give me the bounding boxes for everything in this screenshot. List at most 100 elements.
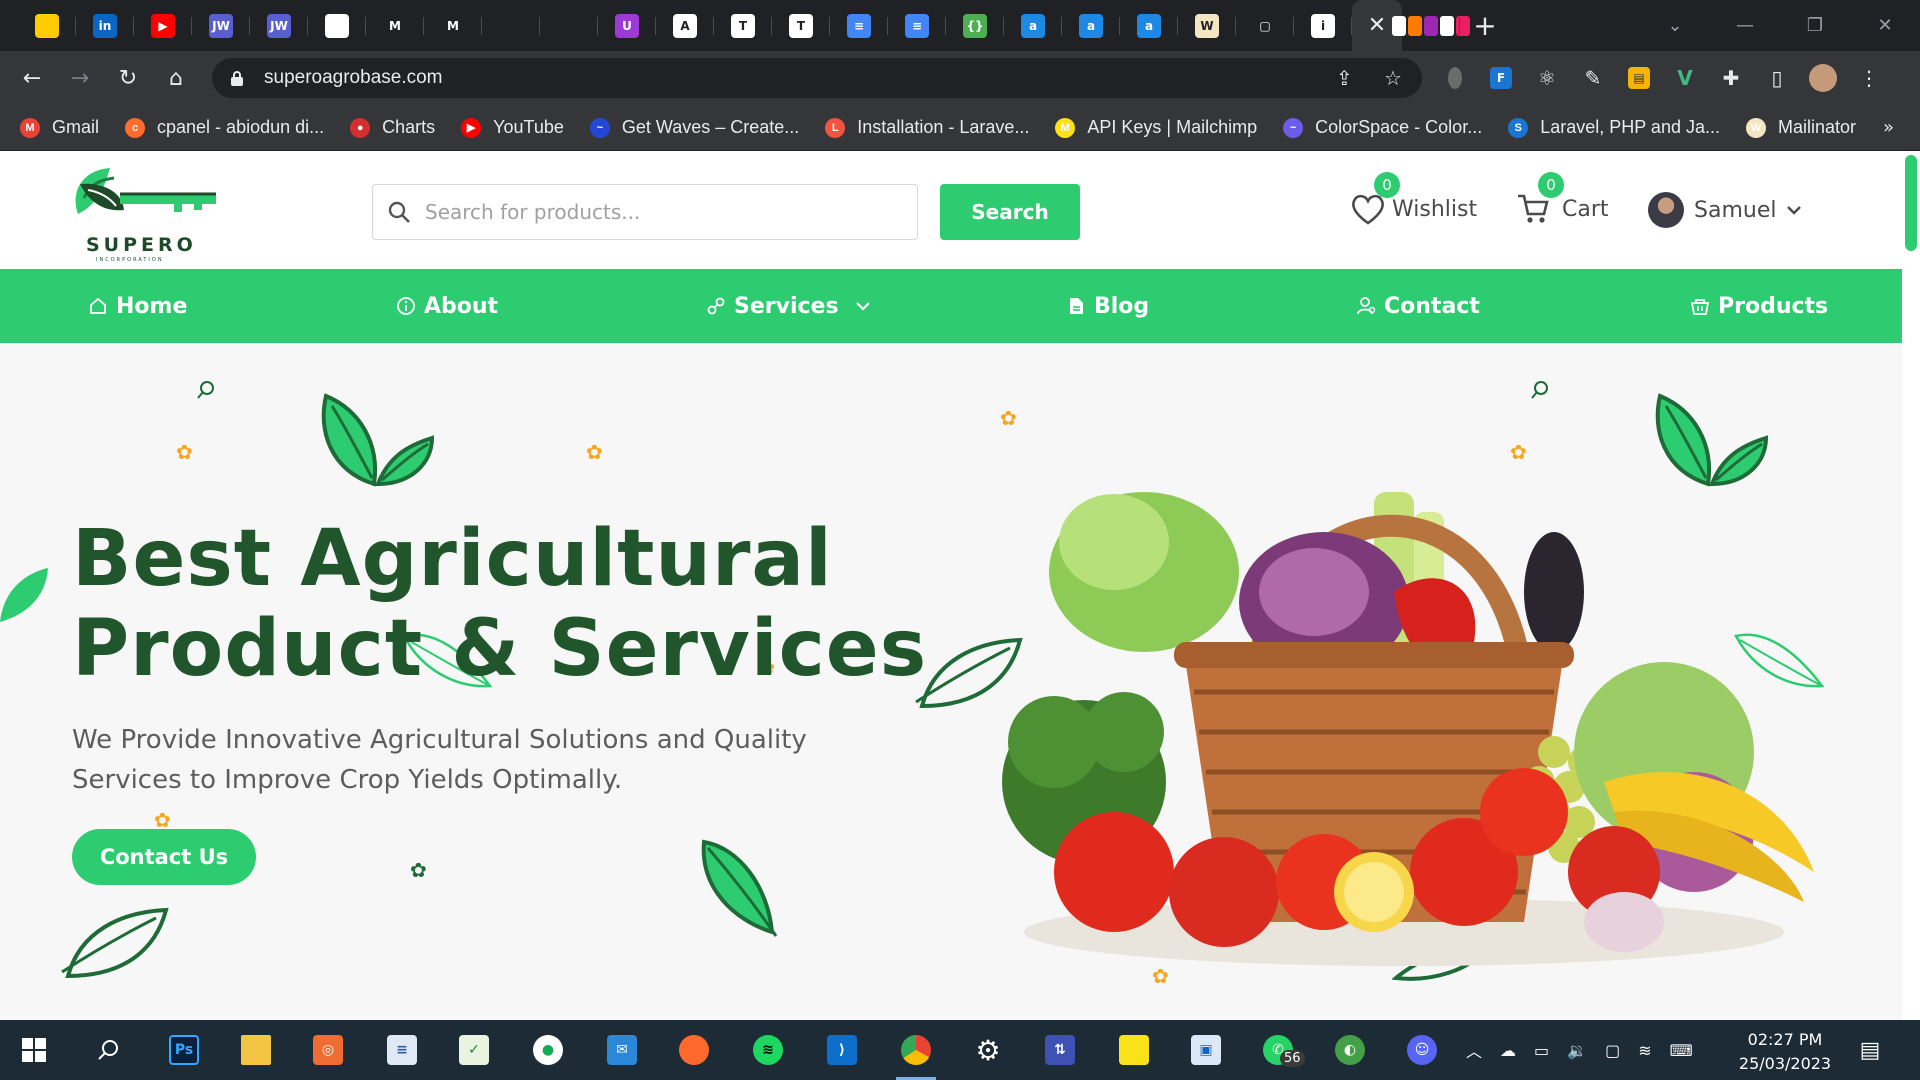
wifi-icon[interactable]: ≋: [1638, 1041, 1651, 1060]
firefox-icon[interactable]: [666, 1020, 722, 1080]
minimize-button[interactable]: —: [1710, 15, 1780, 36]
screen-recorder-icon[interactable]: ◎: [300, 1020, 356, 1080]
photoshop-icon[interactable]: Ps: [156, 1020, 212, 1080]
onedrive-icon[interactable]: ☁: [1500, 1041, 1516, 1060]
browser-tab[interactable]: JW: [192, 0, 250, 51]
volume-icon[interactable]: 🔉: [1567, 1041, 1587, 1060]
share-icon[interactable]: ⇪: [1336, 66, 1353, 90]
nav-about[interactable]: About: [396, 269, 498, 343]
close-tab-icon[interactable]: ✕: [1368, 13, 1386, 38]
bookmark-item[interactable]: ~ Get Waves – Create...: [589, 117, 799, 138]
react-devtools-icon[interactable]: ⚛: [1524, 66, 1570, 90]
browser-tab[interactable]: ▢: [1236, 0, 1294, 51]
puzzle-icon[interactable]: ✚: [1708, 66, 1754, 90]
extension-icon[interactable]: F: [1478, 67, 1524, 89]
nav-blog[interactable]: Blog: [1066, 269, 1149, 343]
taskbar-search-button[interactable]: [80, 1020, 136, 1080]
bookmark-item[interactable]: ~ ColorSpace - Color...: [1283, 117, 1482, 138]
whatsapp-icon[interactable]: ✆ 56: [1250, 1020, 1306, 1080]
spreadsheet-icon[interactable]: ✓: [446, 1020, 502, 1080]
settings-gear-icon[interactable]: ⚙: [960, 1020, 1016, 1080]
bookmark-item[interactable]: W Mailinator: [1745, 117, 1856, 138]
network-tool-icon[interactable]: ⇅: [1032, 1020, 1088, 1080]
side-panel-icon[interactable]: ▯: [1754, 66, 1800, 90]
chrome-icon[interactable]: [888, 1020, 944, 1080]
display-icon[interactable]: ▢: [1605, 1041, 1620, 1060]
vscode-icon[interactable]: ⟩: [814, 1020, 870, 1080]
discord-icon[interactable]: ☺: [1394, 1020, 1450, 1080]
search-input[interactable]: [425, 200, 885, 224]
vue-devtools-icon[interactable]: V: [1662, 66, 1708, 90]
browser-tab[interactable]: ▶: [134, 0, 192, 51]
keyboard-icon[interactable]: ⌨: [1670, 1041, 1693, 1060]
file-explorer-icon[interactable]: [228, 1020, 284, 1080]
taskbar-clock[interactable]: 02:27 PM 25/03/2023: [1730, 1028, 1840, 1076]
user-menu[interactable]: Samuel: [1648, 192, 1804, 228]
cart-link[interactable]: 0 Cart: [1516, 172, 1609, 226]
nav-contact[interactable]: Contact: [1356, 269, 1480, 343]
browser-tab[interactable]: T: [714, 0, 772, 51]
bookmark-item[interactable]: S Laravel, PHP and Ja...: [1508, 117, 1720, 138]
bookmarks-more-icon[interactable]: »: [1883, 117, 1894, 138]
extension-icon[interactable]: ▤: [1616, 67, 1662, 89]
show-hidden-icons-icon[interactable]: ︿: [1466, 1038, 1482, 1062]
search-button[interactable]: Search: [940, 184, 1080, 240]
extension-icon[interactable]: [1432, 67, 1478, 89]
mail-icon[interactable]: ✉: [594, 1020, 650, 1080]
address-bar[interactable]: superoagrobase.com ⇪ ☆: [212, 58, 1422, 98]
browser-tab[interactable]: in: [76, 0, 134, 51]
url-text[interactable]: superoagrobase.com: [264, 67, 443, 89]
home-icon[interactable]: ⌂: [152, 66, 200, 91]
bookmark-item[interactable]: M Gmail: [20, 117, 99, 138]
browser-tab[interactable]: ≡: [888, 0, 946, 51]
start-button[interactable]: [6, 1020, 62, 1080]
nav-products[interactable]: Products: [1690, 269, 1828, 343]
browser-tab[interactable]: a: [1004, 0, 1062, 51]
notepad-icon[interactable]: ≡: [374, 1020, 430, 1080]
mongodb-compass-icon[interactable]: ●: [520, 1020, 576, 1080]
pen-icon[interactable]: ✎: [1570, 66, 1616, 90]
reload-icon[interactable]: ↻: [104, 66, 152, 91]
browser-tab[interactable]: [308, 0, 366, 51]
notifications-icon[interactable]: ▤: [1842, 1020, 1898, 1080]
bookmark-item[interactable]: ● Charts: [350, 117, 435, 138]
profile-avatar-icon[interactable]: [1800, 64, 1846, 92]
nav-services[interactable]: Services: [706, 269, 881, 343]
tab-search-icon[interactable]: ⌄: [1640, 15, 1710, 36]
browser-tab[interactable]: M: [424, 0, 482, 51]
browser-tab[interactable]: T: [772, 0, 830, 51]
bookmark-star-icon[interactable]: ☆: [1384, 66, 1402, 90]
scrollbar-thumb[interactable]: [1905, 155, 1917, 251]
sticky-notes-icon[interactable]: [1106, 1020, 1162, 1080]
bookmark-item[interactable]: ▶ YouTube: [461, 117, 564, 138]
maps-globe-icon[interactable]: ◐: [1322, 1020, 1378, 1080]
wishlist-link[interactable]: 0 Wishlist: [1350, 172, 1477, 226]
restore-button[interactable]: ❐: [1780, 15, 1850, 36]
browser-tab[interactable]: i: [1294, 0, 1352, 51]
battery-icon[interactable]: ▭: [1534, 1041, 1549, 1060]
forward-icon[interactable]: →: [56, 66, 104, 91]
browser-tab[interactable]: U: [598, 0, 656, 51]
browser-tab[interactable]: a: [1062, 0, 1120, 51]
menu-icon[interactable]: ⋮: [1846, 66, 1892, 90]
browser-tab[interactable]: W: [1178, 0, 1236, 51]
close-window-button[interactable]: ✕: [1850, 15, 1920, 36]
tab-pinned-group[interactable]: [1392, 0, 1470, 51]
back-icon[interactable]: ←: [8, 66, 56, 91]
browser-tab[interactable]: [482, 0, 540, 51]
browser-tab[interactable]: A: [656, 0, 714, 51]
browser-tab[interactable]: ≡: [830, 0, 888, 51]
bookmark-item[interactable]: M API Keys | Mailchimp: [1055, 117, 1257, 138]
bookmark-item[interactable]: c cpanel - abiodun di...: [125, 117, 324, 138]
browser-tab[interactable]: JW: [250, 0, 308, 51]
browser-tab[interactable]: [540, 0, 598, 51]
browser-tab[interactable]: a: [1120, 0, 1178, 51]
spotify-icon[interactable]: ≋: [740, 1020, 796, 1080]
nav-home[interactable]: Home: [88, 269, 187, 343]
contact-us-button[interactable]: Contact Us: [72, 829, 256, 885]
browser-tab[interactable]: [18, 0, 76, 51]
page-scrollbar[interactable]: [1902, 152, 1920, 1020]
browser-tab[interactable]: {}: [946, 0, 1004, 51]
browser-tab[interactable]: M: [366, 0, 424, 51]
bookmark-item[interactable]: L Installation - Larave...: [825, 117, 1029, 138]
